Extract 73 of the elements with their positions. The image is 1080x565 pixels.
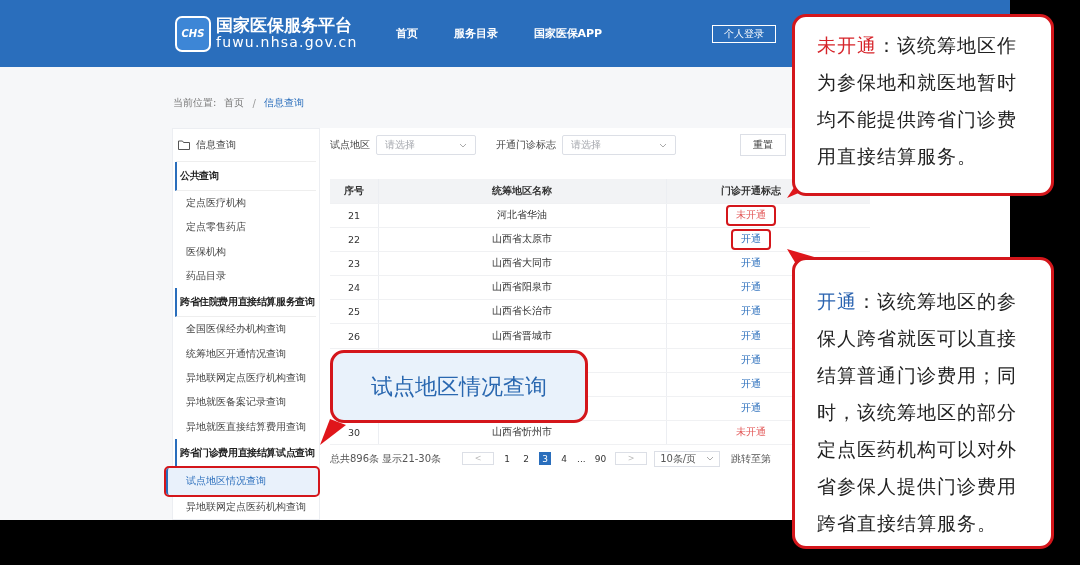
breadcrumb-link[interactable]: 信息查询 bbox=[263, 96, 304, 110]
status-label: 开通 bbox=[740, 376, 761, 391]
breadcrumb-link[interactable]: 首页 bbox=[224, 96, 245, 110]
table-cell: 山西省忻州市 bbox=[492, 425, 553, 439]
sidebar-item[interactable]: 定点零售药店 bbox=[176, 215, 316, 240]
column-header: 序号 bbox=[343, 184, 364, 198]
range-text: 显示21-30条 bbox=[382, 451, 442, 466]
table-cell: 21 bbox=[347, 210, 360, 222]
status-label: 开通 bbox=[730, 229, 771, 251]
sidebar-item[interactable]: 试点地区情况查询 bbox=[166, 467, 318, 495]
sidebar-item[interactable]: 异地就医直接结算费用查询 bbox=[176, 414, 316, 439]
status-label: 开通 bbox=[740, 256, 761, 271]
nav-link[interactable]: 首页 bbox=[395, 26, 418, 41]
chevron-down-icon bbox=[658, 142, 667, 148]
table-cell: 25 bbox=[347, 306, 360, 318]
page-number[interactable]: 90 bbox=[592, 452, 609, 466]
sidebar-item[interactable]: 全国医保经办机构查询 bbox=[176, 317, 316, 342]
table-cell: 山西省太原市 bbox=[492, 233, 553, 247]
sidebar-item[interactable]: 定点医疗机构 bbox=[176, 191, 316, 216]
breadcrumb-separator: / bbox=[252, 97, 256, 109]
page-number[interactable]: 1 bbox=[501, 452, 514, 466]
chevron-down-icon bbox=[706, 456, 715, 462]
table-cell: 山西省阳泉市 bbox=[492, 281, 553, 295]
sidebar-item[interactable]: 异地就医备案记录查询 bbox=[176, 390, 316, 415]
table-cell: 山西省长治市 bbox=[492, 305, 553, 319]
page-number[interactable]: 2 bbox=[520, 452, 533, 466]
reset-button[interactable]: 重置 bbox=[739, 134, 786, 156]
filter-label: 开通门诊标志 bbox=[495, 138, 556, 152]
login-button[interactable]: 个人登录 bbox=[712, 24, 777, 43]
nav-link[interactable]: 服务目录 bbox=[453, 26, 498, 41]
status-label: 未开通 bbox=[725, 205, 776, 227]
sidebar-group-heading: 公共查询 bbox=[175, 162, 316, 191]
sidebar-item[interactable]: 统筹地区开通情况查询 bbox=[176, 341, 316, 366]
annotation-callout: 开通：该统筹地区的参保人跨省就医可以直接结算普通门诊费用；同时，该统筹地区的部分定点医药机构可以对外省参保人提供门诊费用跨省直接结算服务。 bbox=[792, 257, 1054, 549]
chevron-down-icon bbox=[458, 142, 467, 148]
total-count: 总共896条 bbox=[329, 451, 379, 466]
status-label: 开通 bbox=[740, 352, 761, 367]
folder-icon bbox=[178, 140, 190, 150]
table-cell: 山西省大同市 bbox=[492, 257, 553, 271]
column-header: 门诊开通标志 bbox=[720, 184, 781, 198]
filter-label: 试点地区 bbox=[329, 138, 370, 152]
status-label: 开通 bbox=[740, 280, 761, 295]
table-cell: 河北省华油 bbox=[497, 209, 548, 223]
table-cell: 24 bbox=[347, 282, 360, 294]
page-number[interactable]: 3 bbox=[539, 452, 552, 466]
status-label: 未开通 bbox=[735, 424, 766, 439]
sidebar-title: 信息查询 bbox=[196, 138, 236, 152]
logo-icon: CHS bbox=[175, 15, 211, 52]
table-cell: 22 bbox=[347, 234, 360, 246]
table-cell: 26 bbox=[347, 330, 360, 342]
site-title: 国家医保服务平台 bbox=[216, 16, 353, 36]
sidebar-group-heading: 跨省住院费用直接结算服务查询 bbox=[175, 288, 316, 318]
annotation-callout: 试点地区情况查询 bbox=[330, 350, 588, 423]
page-number[interactable]: 4 bbox=[558, 452, 571, 466]
column-header: 统筹地区名称 bbox=[492, 184, 553, 198]
jump-label: 跳转至第 bbox=[731, 451, 772, 466]
table-cell: 23 bbox=[347, 258, 360, 270]
sidebar-item[interactable]: 异地联网定点医药机构查询 bbox=[176, 494, 316, 519]
sidebar-item[interactable]: 异地联网定点医疗机构查询 bbox=[176, 365, 316, 391]
nav-link[interactable]: 国家医保APP bbox=[533, 26, 603, 41]
page-size-dropdown[interactable]: 10条/页 bbox=[654, 450, 721, 467]
sidebar-item[interactable]: 医保机构 bbox=[176, 239, 316, 264]
table-cell: 30 bbox=[347, 426, 360, 438]
breadcrumb-label: 当前位置: bbox=[173, 96, 217, 110]
annotation-callout: 未开通：该统筹地区作为参保地和就医地暂时均不能提供跨省门诊费用直接结算服务。 bbox=[792, 14, 1054, 196]
status-label: 开通 bbox=[740, 328, 761, 343]
site-url: fuwu.nhsa.gov.cn bbox=[216, 35, 358, 51]
status-label: 开通 bbox=[740, 304, 761, 319]
page-ellipsis: ... bbox=[577, 453, 586, 464]
sidebar-item[interactable]: 药品目录 bbox=[176, 263, 316, 289]
status-label: 开通 bbox=[740, 400, 761, 415]
table-cell: 山西省晋城市 bbox=[492, 329, 553, 343]
callout-pointer bbox=[320, 419, 346, 445]
